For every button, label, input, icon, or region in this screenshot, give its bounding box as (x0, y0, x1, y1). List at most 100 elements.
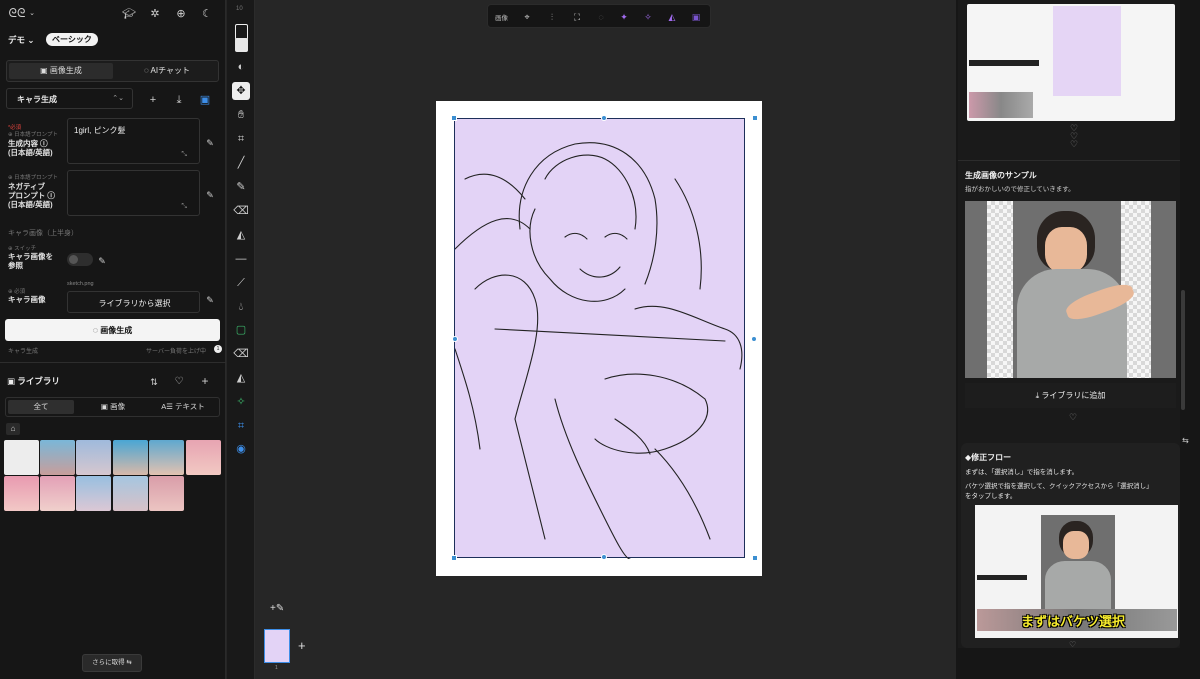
library-thumb[interactable] (113, 476, 148, 511)
magic-icon[interactable]: ✧ (641, 10, 655, 24)
topbar-label: 画像 (495, 15, 508, 22)
zoom-icon[interactable]: ⊕ (174, 7, 188, 21)
tab-image-generation[interactable]: ▣ 画像生成 (9, 63, 113, 79)
transform-handle[interactable] (452, 336, 458, 342)
library-thumb[interactable] (40, 476, 75, 511)
download-icon[interactable]: ⤓ (172, 93, 186, 107)
crop-blue-icon[interactable]: ⌗ (232, 417, 250, 435)
edit-icon[interactable]: ✎ (205, 136, 215, 150)
move-tool-icon[interactable]: ✥ (232, 82, 250, 100)
chat-image-top[interactable] (967, 4, 1175, 121)
transform-handle[interactable] (752, 115, 758, 121)
prompt-input[interactable]: 1girl, ピンク髪 ⤡ (67, 118, 200, 164)
edit-icon[interactable]: ✎ (205, 293, 215, 307)
footer-right-text: サーバー負荷を上げ中 (146, 349, 206, 355)
fill-ai-icon[interactable]: ◭ (665, 10, 679, 24)
tool-bar: 10 ◐ ✥ ✋︎ ⌗ ╱ ✎ ⌫ ◭ — ⟋ 💧︎ ▢ ⌫ ◭ ✧ ⌗ ◉ (227, 0, 255, 679)
rotate-handle[interactable] (601, 115, 607, 121)
color-swatch-background[interactable] (235, 38, 248, 52)
magic-wand-icon[interactable]: ✧ (232, 393, 250, 411)
library-thumb[interactable] (186, 440, 221, 475)
eraser-tool-icon[interactable]: ⌫ (232, 202, 250, 220)
tab-text[interactable]: A☰ テキスト (150, 400, 216, 414)
add-icon[interactable]: + (199, 374, 211, 388)
scrollbar[interactable] (1181, 290, 1185, 410)
transform-handle[interactable] (451, 555, 457, 561)
tab-images[interactable]: ▣ 画像 (80, 400, 146, 414)
add-page-icon[interactable]: + (298, 638, 306, 653)
ref-toggle[interactable] (67, 253, 93, 266)
filter-icon[interactable]: ⇅ (148, 375, 160, 389)
library-thumb[interactable] (4, 476, 39, 511)
bug-icon[interactable]: ✲ (148, 7, 162, 21)
logo-icon[interactable]: ᘓᘓ (6, 6, 28, 20)
negative-input[interactable]: ⤡ (67, 170, 200, 216)
generate-button[interactable]: ◌ 画像生成 (5, 319, 220, 341)
chevron-down-icon[interactable]: ⌄ (28, 7, 36, 21)
line-tool-icon[interactable]: — (232, 250, 250, 268)
app-window: ᘓᘓ ⌄ 🎓︎ ✲ ⊕ ☾ デモ ⌄ ベーシック ▣ 画像生成 ◌ AIチャット… (0, 0, 1200, 679)
add-page-brush-icon[interactable]: +✎ (270, 603, 284, 614)
fullscreen-icon[interactable]: ⛶ (570, 10, 584, 24)
pencil-tool-icon[interactable]: ✎ (232, 178, 250, 196)
add-icon[interactable]: + (146, 93, 160, 107)
heart-icon[interactable]: ♡ (173, 375, 185, 389)
heart-icon[interactable]: ♡ (1069, 640, 1076, 649)
transform-handle[interactable] (752, 555, 758, 561)
selection-eraser-icon[interactable]: ⌫ (232, 345, 250, 363)
flow-title: ◆修正フロー (965, 453, 1012, 462)
chat-toggle-icon[interactable]: ⇆ (1182, 436, 1189, 445)
palette-icon[interactable]: ◐ (232, 58, 250, 76)
info-badge-icon: 1 (214, 345, 222, 353)
brush-tool-icon[interactable]: ╱ (232, 154, 250, 172)
library-thumb[interactable] (113, 440, 148, 475)
hand-tool-icon[interactable]: ✋︎ (232, 106, 250, 124)
tab-all[interactable]: 全て (8, 400, 74, 414)
save-icon[interactable]: ▣ (198, 93, 212, 107)
divider (0, 362, 226, 363)
tag-icon[interactable]: ⌂ (6, 423, 20, 435)
left-panel: ᘓᘓ ⌄ 🎓︎ ✲ ⊕ ☾ デモ ⌄ ベーシック ▣ 画像生成 ◌ AIチャット… (0, 0, 226, 679)
sketch-layer[interactable] (454, 118, 745, 560)
add-to-library-button[interactable]: ⤓ ライブラリに追加 (965, 383, 1176, 408)
transform-handle[interactable] (601, 554, 607, 560)
transform-handle[interactable] (451, 115, 457, 121)
bucket-select-icon[interactable]: ◭ (232, 369, 250, 387)
crop-tool-icon[interactable]: ⌗ (232, 130, 250, 148)
library-thumb[interactable] (76, 476, 111, 511)
heart-icon[interactable]: ♡ (1069, 412, 1077, 423)
blur-tool-icon[interactable]: 💧︎ (232, 298, 250, 316)
transform-handle[interactable] (751, 336, 757, 342)
flow-image[interactable]: まずはバケツ選択 (975, 505, 1178, 638)
edit-icon[interactable]: ✎ (97, 254, 107, 268)
edit-icon[interactable]: ✎ (205, 188, 215, 202)
tab-ai-chat[interactable]: ◌ AIチャット (115, 63, 219, 79)
library-thumb[interactable] (4, 440, 39, 475)
eyedropper-tool-icon[interactable]: ⟋ (232, 274, 250, 292)
library-thumb[interactable] (76, 440, 111, 475)
library-tabs: 全て ▣ 画像 A☰ テキスト (5, 397, 220, 417)
pin-icon[interactable]: ⌖ (520, 10, 534, 24)
sample-image[interactable] (965, 201, 1176, 378)
select-from-library-button[interactable]: ライブラリから選択 (67, 291, 200, 313)
graduation-cap-icon[interactable]: 🎓︎ (122, 7, 136, 21)
preset-select[interactable]: キャラ生成 ⌃⌄ (6, 88, 133, 109)
library-thumb[interactable] (149, 476, 184, 511)
divider (958, 160, 1180, 161)
selection-tool-icon[interactable]: ▢ (232, 321, 250, 339)
image-ai-icon[interactable]: ▣ (689, 10, 703, 24)
load-more-button[interactable]: さらに取得 ⇆ (82, 654, 142, 672)
workspace-name[interactable]: デモ ⌄ (8, 34, 35, 46)
loading-icon: ◌ (598, 12, 604, 22)
fill-tool-icon[interactable]: ◭ (232, 226, 250, 244)
camera-icon[interactable]: ◉ (232, 440, 250, 458)
page-thumbnail[interactable] (264, 629, 290, 663)
library-thumb[interactable] (149, 440, 184, 475)
footer-left-text: キャラ生成 (8, 349, 39, 355)
library-thumb[interactable] (40, 440, 75, 475)
moon-icon[interactable]: ☾ (200, 7, 214, 21)
heart-icons[interactable]: ♡ ♡ ♡ (1070, 124, 1078, 149)
sliders-icon[interactable]: ⫶ (545, 10, 559, 24)
sparkle-icon[interactable]: ✦ (617, 10, 631, 24)
preset-value: キャラ生成 (17, 95, 57, 104)
